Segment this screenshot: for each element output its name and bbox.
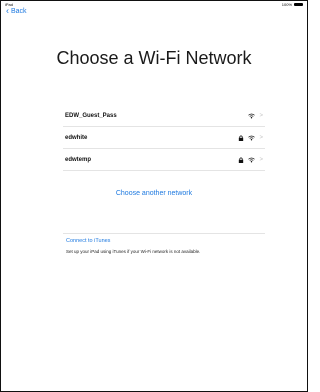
back-label: Back [11,8,27,15]
connect-to-itunes-link[interactable]: Connect to iTunes [66,238,110,244]
wifi-icon [248,135,256,140]
chevron-right-icon: > [259,112,263,119]
page-title: Choose a Wi-Fi Network [1,47,307,69]
network-row-icons: > [238,149,263,170]
ipad-screen: iPad 100% ‹ Back Choose a Wi-Fi Network … [0,0,308,392]
network-row-icons: > [248,105,263,126]
battery-percent: 100% [281,2,292,7]
network-row-edwtemp[interactable]: edwtemp > [63,149,265,171]
battery-icon [294,3,303,6]
wifi-icon [248,113,256,118]
network-row-icons: > [238,127,263,148]
divider [63,233,265,234]
itunes-description: Set up your iPad using iTunes if your Wi… [66,249,201,254]
lock-icon [239,134,244,141]
wifi-icon [248,157,256,162]
network-list: EDW_Guest_Pass > edwhite > edwtemp > [63,105,265,171]
network-name: EDW_Guest_Pass [65,112,117,119]
network-name: edwtemp [65,156,92,163]
chevron-left-icon: ‹ [6,5,9,16]
back-button[interactable]: ‹ Back [6,5,27,16]
page-title-text: Choose a Wi-Fi Network [56,48,252,68]
network-row-edwhite[interactable]: edwhite > [63,127,265,149]
lock-icon [239,156,244,163]
choose-another-network-button[interactable]: Choose another network [1,190,307,197]
battery-indicator: 100% [282,2,303,7]
status-bar: iPad 100% [1,1,307,7]
network-name: edwhite [65,134,88,141]
network-row-edw-guest-pass[interactable]: EDW_Guest_Pass > [63,105,265,127]
chevron-right-icon: > [259,156,263,163]
chevron-right-icon: > [259,134,263,141]
